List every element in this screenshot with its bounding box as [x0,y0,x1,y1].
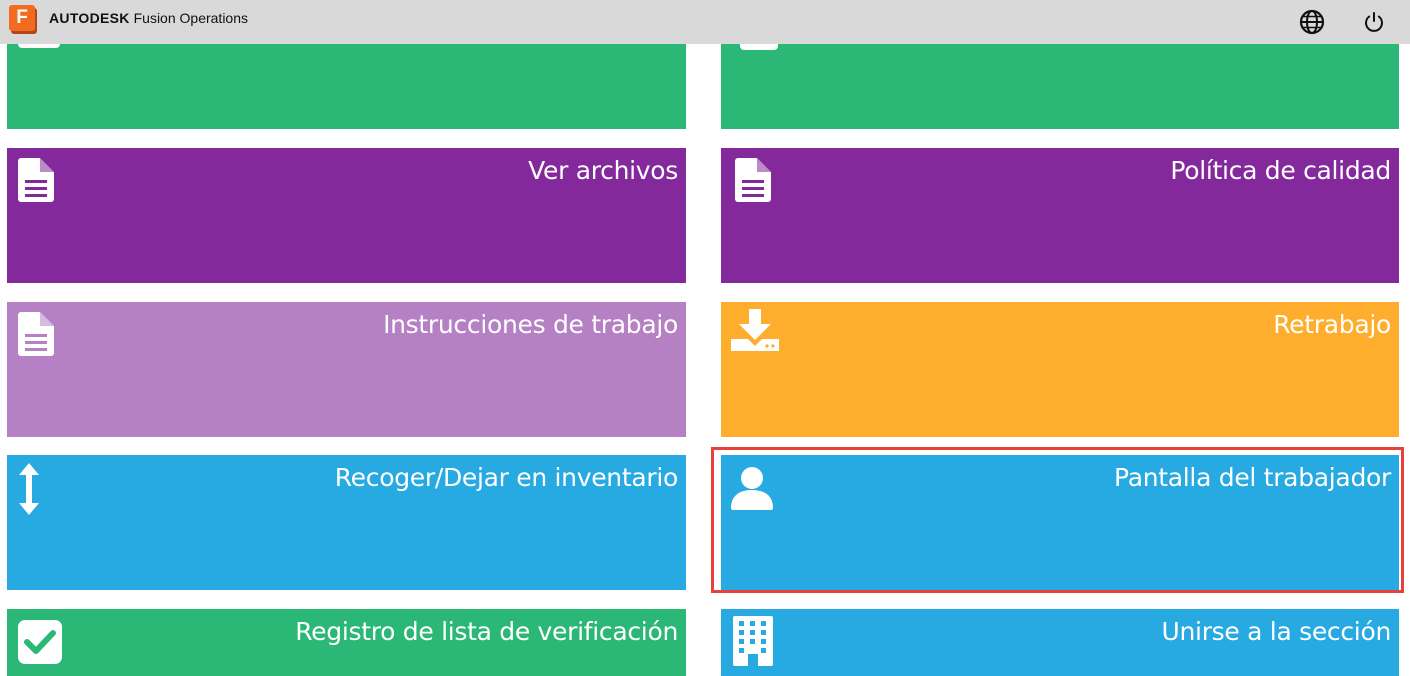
tile-pantalla-trabajador[interactable]: Pantalla del trabajador [721,455,1399,590]
tile-politica-calidad[interactable]: Política de calidad [721,148,1399,283]
tile-label: Ver archivos [528,156,678,185]
tile-label: Recoger/Dejar en inventario [334,463,679,492]
user-icon [731,466,773,515]
tile-ver-archivos[interactable]: Ver archivos [7,148,686,283]
tile-unirse-seccion[interactable]: Unirse a la sección [721,609,1399,676]
brand-product: Fusion Operations [133,10,249,26]
power-icon[interactable] [1360,8,1388,36]
tile-retrabajo[interactable]: Retrabajo [721,302,1399,437]
file-icon [735,158,771,207]
brand-title: AUTODESK Fusion Operations [49,10,248,26]
download-tray-icon [731,309,779,358]
tile-instrucciones-trabajo[interactable]: Instrucciones de trabajo [7,302,686,437]
brand-company: AUTODESK [49,10,130,26]
app-header: F AUTODESK Fusion Operations [0,0,1410,44]
fusion-logo: F [9,5,35,31]
building-icon [733,616,773,671]
file-icon [18,312,54,361]
tile-label: Retrabajo [1273,310,1391,339]
checkbox-icon [18,620,62,669]
tile-recoger-dejar-inventario[interactable]: Recoger/Dejar en inventario [7,455,686,590]
vertical-arrows-icon [18,463,40,520]
tile-label: Política de calidad [1170,156,1391,185]
globe-icon[interactable] [1298,8,1326,36]
file-icon [18,158,54,207]
tile-label: Registro de lista de verificación [295,617,678,646]
tile-label: Instrucciones de trabajo [383,310,678,339]
tile-label: Unirse a la sección [1161,617,1392,646]
tile-label: Pantalla del trabajador [1114,463,1391,492]
tile-registro-lista-verificacion[interactable]: Registro de lista de verificación [7,609,686,676]
